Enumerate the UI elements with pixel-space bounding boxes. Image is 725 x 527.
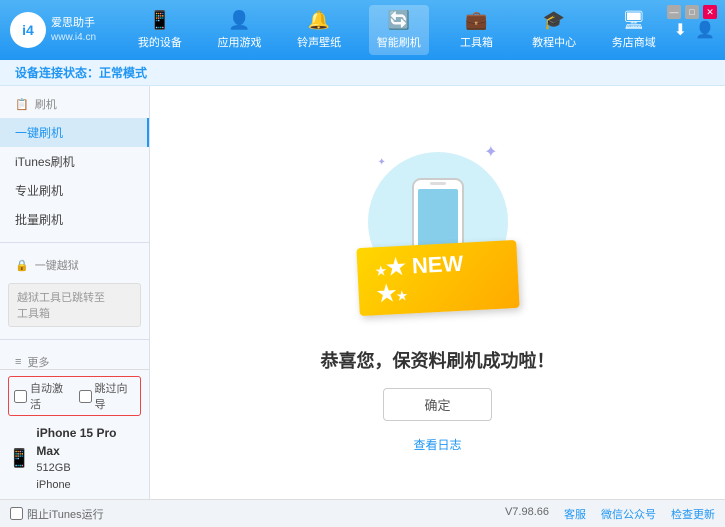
check-update-link[interactable]: 检查更新 xyxy=(671,506,715,522)
apps-icon: 👤 xyxy=(228,10,250,31)
status-bar: 设备连接状态：正常模式 xyxy=(0,60,725,86)
auto-activate-label: 自动激活 xyxy=(30,380,71,412)
auto-activate-input[interactable] xyxy=(14,390,27,403)
sidebar-item-batch-flash[interactable]: 批量刷机 xyxy=(0,205,149,234)
window-controls: — □ ✕ xyxy=(667,5,717,19)
nav-tab-ringtones[interactable]: 🔔 铃声壁纸 xyxy=(289,5,349,55)
device-info: 📱 iPhone 15 Pro Max 512GB iPhone xyxy=(8,424,141,493)
quick-guide-label: 跳过向导 xyxy=(95,380,136,412)
sidebar-item-pro-flash[interactable]: 专业刷机 xyxy=(0,176,149,205)
device-panel: 自动激活 跳过向导 📱 iPhone 15 Pro Max 512GB iPho… xyxy=(0,369,149,499)
download-icon[interactable]: ⬇ xyxy=(674,20,687,40)
jailbreak-header: 🔒 一键越狱 xyxy=(0,251,149,279)
bottom-bar: 阻止iTunes运行 V7.98.66 客服 微信公众号 检查更新 xyxy=(0,499,725,527)
sidebar: 📋 刷机 一键刷机 iTunes刷机 专业刷机 批量刷机 xyxy=(0,86,150,499)
device-details: iPhone 15 Pro Max 512GB iPhone xyxy=(36,424,141,493)
nav-tabs: 📱 我的设备 👤 应用游戏 🔔 铃声壁纸 🔄 智能刷机 💼 工具箱 🎓 xyxy=(120,5,674,55)
smart-flash-label: 智能刷机 xyxy=(377,34,421,50)
divider-2 xyxy=(0,339,149,340)
itunes-flash-label: iTunes刷机 xyxy=(15,153,75,170)
sidebar-item-itunes-flash[interactable]: iTunes刷机 xyxy=(0,147,149,176)
block-itunes-text: 阻止iTunes运行 xyxy=(27,506,104,522)
block-itunes-checkbox[interactable] xyxy=(10,507,23,520)
auto-activate-checkbox[interactable]: 自动激活 xyxy=(14,380,71,412)
nav-tab-service[interactable]: 🖥 务店商域 xyxy=(604,5,664,55)
my-device-label: 我的设备 xyxy=(138,34,182,50)
quick-guide-checkbox[interactable]: 跳过向导 xyxy=(79,380,136,412)
maximize-button[interactable]: □ xyxy=(685,5,699,19)
one-key-flash-label: 一键刷机 xyxy=(15,124,63,141)
tutorial-label: 教程中心 xyxy=(532,34,576,50)
version-info: V7.98.66 客服 微信公众号 检查更新 xyxy=(505,506,715,522)
sidebar-item-one-key-flash[interactable]: 一键刷机 xyxy=(0,118,149,147)
new-badge: ★ NEW ★ xyxy=(356,240,519,316)
logo-text: 爱思助手 www.i4.cn xyxy=(51,16,96,43)
success-text: 恭喜您，保资料刷机成功啦！ xyxy=(321,347,555,373)
main-layout: 📋 刷机 一键刷机 iTunes刷机 专业刷机 批量刷机 xyxy=(0,86,725,499)
batch-flash-label: 批量刷机 xyxy=(15,211,63,228)
device-options-box: 自动激活 跳过向导 xyxy=(8,376,141,416)
sparkle-1: ✦ xyxy=(484,142,497,162)
official-link[interactable]: 客服 xyxy=(564,506,586,522)
service-icon: 🖥 xyxy=(622,10,645,31)
apps-label: 应用游戏 xyxy=(217,34,261,50)
wechat-link[interactable]: 微信公众号 xyxy=(601,506,656,522)
toolbox-icon: 💼 xyxy=(465,10,487,31)
block-itunes-label[interactable]: 阻止iTunes运行 xyxy=(10,506,104,522)
user-icon[interactable]: 👤 xyxy=(695,20,715,40)
nav-tab-apps-games[interactable]: 👤 应用游戏 xyxy=(209,5,269,55)
divider-1 xyxy=(0,242,149,243)
jailbreak-disabled-text: 越狱工具已跳转至工具箱 xyxy=(17,292,105,320)
more-section: ≡ 更多 其他工具 下载固件 高级功能 xyxy=(0,344,149,369)
header: i4 爱思助手 www.i4.cn 📱 我的设备 👤 应用游戏 🔔 铃声壁纸 🔄… xyxy=(0,0,725,60)
status-mode: 正常模式 xyxy=(99,66,147,80)
jailbreak-disabled: 越狱工具已跳转至工具箱 xyxy=(8,283,141,327)
flash-section: 📋 刷机 一键刷机 iTunes刷机 专业刷机 批量刷机 xyxy=(0,86,149,238)
version-text: V7.98.66 xyxy=(505,506,549,522)
more-icon: ≡ xyxy=(15,356,21,368)
nav-tab-my-device[interactable]: 📱 我的设备 xyxy=(130,5,190,55)
smart-flash-icon: 🔄 xyxy=(388,10,410,31)
ringtones-label: 铃声壁纸 xyxy=(297,34,341,50)
phone-illustration: ✦ ✦ ✦ ★ NEW ★ xyxy=(358,132,518,332)
quick-guide-input[interactable] xyxy=(79,390,92,403)
nav-tab-smart-flash[interactable]: 🔄 智能刷机 xyxy=(369,5,429,55)
minimize-button[interactable]: — xyxy=(667,5,681,19)
close-button[interactable]: ✕ xyxy=(703,5,717,19)
success-image: ✦ ✦ ✦ ★ NEW ★ 恭喜您，保资料刷机成功啦！ 确定 查看日志 xyxy=(321,132,555,453)
device-name: iPhone 15 Pro Max xyxy=(36,424,141,460)
more-section-header: ≡ 更多 xyxy=(0,348,149,369)
jailbreak-section: 🔒 一键越狱 越狱工具已跳转至工具箱 xyxy=(0,247,149,335)
view-log-link[interactable]: 查看日志 xyxy=(413,436,461,453)
ringtones-icon: 🔔 xyxy=(308,10,330,31)
toolbox-label: 工具箱 xyxy=(460,34,493,50)
nav-tab-toolbox[interactable]: 💼 工具箱 xyxy=(448,5,504,55)
device-type: iPhone xyxy=(36,477,141,494)
header-right: ⬇ 👤 xyxy=(674,20,715,40)
pro-flash-label: 专业刷机 xyxy=(15,182,63,199)
sidebar-scroll: 📋 刷机 一键刷机 iTunes刷机 专业刷机 批量刷机 xyxy=(0,86,149,369)
confirm-button[interactable]: 确定 xyxy=(383,388,491,421)
flash-section-icon: 📋 xyxy=(15,98,29,111)
tutorial-icon: 🎓 xyxy=(543,10,565,31)
logo-icon: i4 xyxy=(10,12,46,48)
my-device-icon: 📱 xyxy=(149,10,171,31)
logo-area: i4 爱思助手 www.i4.cn xyxy=(10,12,120,48)
flash-section-header: 📋 刷机 xyxy=(0,90,149,118)
lock-icon: 🔒 xyxy=(15,259,29,272)
device-storage: 512GB xyxy=(36,460,141,477)
nav-tab-tutorial[interactable]: 🎓 教程中心 xyxy=(524,5,584,55)
service-label: 务店商域 xyxy=(612,34,656,50)
phone-device-icon: 📱 xyxy=(8,448,30,469)
sparkle-2: ✦ xyxy=(378,157,386,168)
content-area: ✦ ✦ ✦ ★ NEW ★ 恭喜您，保资料刷机成功啦！ 确定 查看日志 xyxy=(150,86,725,499)
status-prefix: 设备连接状态： xyxy=(15,66,99,80)
